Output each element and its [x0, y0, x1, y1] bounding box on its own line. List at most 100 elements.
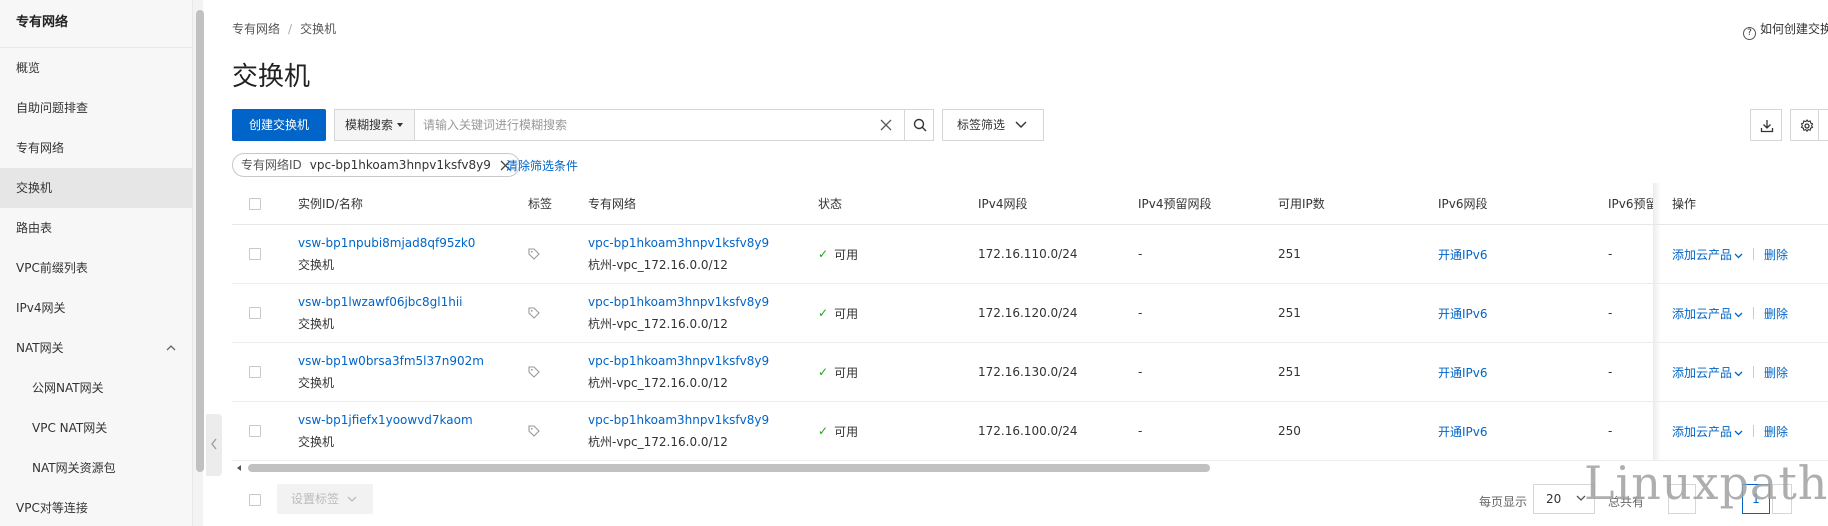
vswitch-name: 交换机: [298, 375, 335, 390]
ipv4-cell: 172.16.130.0/24: [978, 365, 1078, 379]
tag-icon[interactable]: [528, 248, 540, 260]
fixed-column-shadow: [1653, 343, 1661, 401]
header-ipv6: IPv6网段: [1438, 197, 1488, 211]
available-ip-cell: 251: [1278, 306, 1301, 320]
sidebar-item-label: NAT网关: [16, 341, 64, 355]
sidebar-item-prefix-list[interactable]: VPC前缀列表: [0, 248, 192, 288]
ipv4-reserved-cell: -: [1138, 306, 1143, 320]
search-type-dropdown[interactable]: 模糊搜索: [335, 110, 415, 140]
scroll-left-arrow-icon[interactable]: [236, 465, 242, 471]
delete-link[interactable]: 删除: [1764, 305, 1788, 322]
vswitch-name: 交换机: [298, 316, 335, 331]
vswitch-id-link[interactable]: vsw-bp1w0brsa3fm5l37n902m: [298, 354, 484, 368]
tag-filter-dropdown[interactable]: 标签筛选: [942, 109, 1044, 141]
clear-filters-link[interactable]: 清除筛选条件: [506, 157, 578, 174]
sidebar-item-vpc-nat[interactable]: VPC NAT网关: [0, 408, 192, 448]
sidebar-item-vpc[interactable]: 专有网络: [0, 128, 192, 168]
available-ip-cell: 250: [1278, 424, 1301, 438]
refresh-button[interactable]: [1818, 109, 1828, 141]
header-id: 实例ID/名称: [298, 197, 363, 211]
sidebar-collapse-button[interactable]: [206, 414, 222, 476]
fixed-column-shadow: [1653, 284, 1661, 342]
sidebar-item-overview[interactable]: 概览: [0, 48, 192, 88]
add-cloud-product-label: 添加云产品: [1672, 306, 1733, 321]
vswitch-id-link[interactable]: vsw-bp1npubi8mjad8qf95zk0: [298, 236, 475, 250]
check-icon: ✓: [818, 424, 829, 438]
table-row: vsw-bp1npubi8mjad8qf95zk0 交换机 vpc-bp1hkoa…: [232, 225, 1828, 284]
horizontal-scrollbar-thumb[interactable]: [248, 464, 1210, 472]
table-horizontal-scrollbar[interactable]: [234, 463, 1654, 473]
row-checkbox[interactable]: [249, 366, 261, 378]
ops-divider: [1753, 307, 1755, 319]
sidebar-item-nat-package[interactable]: NAT网关资源包: [0, 448, 192, 488]
create-vswitch-button[interactable]: 创建交换机: [232, 109, 326, 141]
download-button[interactable]: [1750, 109, 1782, 141]
add-cloud-product-label: 添加云产品: [1672, 365, 1733, 380]
ops-cell: 添加云产品 删除: [1672, 402, 1788, 460]
add-cloud-product-link[interactable]: 添加云产品: [1672, 423, 1743, 440]
fixed-column-shadow: [1653, 225, 1661, 283]
footer-select-all-checkbox[interactable]: [249, 494, 261, 506]
table-row: vsw-bp1jfiefx1yoowvd7kaom 交换机 vpc-bp1hkoa…: [232, 402, 1828, 461]
sidebar-item-ipv4-gateway[interactable]: IPv4网关: [0, 288, 192, 328]
row-checkbox[interactable]: [249, 425, 261, 437]
page-title: 交换机: [232, 62, 311, 92]
vpc-cell: vpc-bp1hkoam3hnpv1ksfv8y9 杭州-vpc_172.16.0…: [588, 402, 769, 460]
tag-cell: [528, 284, 540, 342]
search-button[interactable]: [904, 110, 934, 140]
row-checkbox[interactable]: [249, 248, 261, 260]
search-input[interactable]: [423, 110, 863, 140]
id-cell: vsw-bp1w0brsa3fm5l37n902m 交换机: [298, 343, 484, 401]
vswitch-name: 交换机: [298, 434, 335, 449]
sidebar-item-self-diagnosis[interactable]: 自助问题排查: [0, 88, 192, 128]
sidebar-scrollbar-thumb[interactable]: [196, 10, 204, 472]
ipv4-cell: 172.16.110.0/24: [978, 247, 1078, 261]
enable-ipv6-link[interactable]: 开通IPv6: [1438, 402, 1488, 460]
main-content: 专有网络 / 交换机 ? 如何创建交换 交换机 创建交换机 模糊搜索 标签筛选: [232, 0, 1828, 526]
enable-ipv6-link[interactable]: 开通IPv6: [1438, 284, 1488, 342]
header-tag: 标签: [528, 197, 553, 211]
help-link[interactable]: ? 如何创建交换: [1743, 20, 1828, 40]
id-cell: vsw-bp1jfiefx1yoowvd7kaom 交换机: [298, 402, 473, 460]
delete-link[interactable]: 删除: [1764, 364, 1788, 381]
clear-icon[interactable]: [879, 118, 893, 132]
tag-icon[interactable]: [528, 307, 540, 319]
row-checkbox-cell: [249, 343, 261, 401]
enable-ipv6-link[interactable]: 开通IPv6: [1438, 343, 1488, 401]
vpc-id-link[interactable]: vpc-bp1hkoam3hnpv1ksfv8y9: [588, 354, 769, 368]
vpc-id-link[interactable]: vpc-bp1hkoam3hnpv1ksfv8y9: [588, 413, 769, 427]
add-cloud-product-link[interactable]: 添加云产品: [1672, 364, 1743, 381]
add-cloud-product-link[interactable]: 添加云产品: [1672, 305, 1743, 322]
breadcrumb-root[interactable]: 专有网络: [232, 22, 280, 36]
enable-ipv6-link[interactable]: 开通IPv6: [1438, 225, 1488, 283]
sidebar-item-public-nat[interactable]: 公网NAT网关: [0, 368, 192, 408]
sidebar: 专有网络 概览 自助问题排查 专有网络 交换机 路由表 VPC前缀列表 IPv4…: [0, 0, 193, 526]
vpc-id-link[interactable]: vpc-bp1hkoam3hnpv1ksfv8y9: [588, 236, 769, 250]
ipv4-cell: 172.16.120.0/24: [978, 306, 1078, 320]
search-type-label: 模糊搜索: [345, 118, 394, 132]
filter-chip-vpc-id: 专有网络ID vpc-bp1hkoam3hnpv1ksfv8y9: [232, 153, 520, 177]
set-tag-button[interactable]: 设置标签: [277, 484, 373, 514]
select-all-checkbox[interactable]: [249, 197, 261, 210]
tag-icon[interactable]: [528, 425, 540, 437]
sidebar-item-vpc-peering[interactable]: VPC对等连接: [0, 488, 192, 526]
sidebar-item-vswitch[interactable]: 交换机: [0, 168, 192, 208]
vswitch-id-link[interactable]: vsw-bp1jfiefx1yoowvd7kaom: [298, 413, 473, 427]
vswitch-id-link[interactable]: vsw-bp1lwzawf06jbc8gl1hii: [298, 295, 463, 309]
delete-link[interactable]: 删除: [1764, 246, 1788, 263]
caret-down-icon: [397, 123, 404, 127]
add-cloud-product-link[interactable]: 添加云产品: [1672, 246, 1743, 263]
sidebar-item-route-table[interactable]: 路由表: [0, 208, 192, 248]
header-vpc: 专有网络: [588, 197, 637, 211]
search-box: 模糊搜索: [334, 109, 934, 141]
sidebar-item-nat-gateway[interactable]: NAT网关: [0, 328, 192, 368]
ops-divider: [1753, 425, 1755, 437]
header-status: 状态: [818, 197, 843, 211]
delete-link[interactable]: 删除: [1764, 423, 1788, 440]
tag-icon[interactable]: [528, 366, 540, 378]
row-checkbox[interactable]: [249, 307, 261, 319]
id-cell: vsw-bp1lwzawf06jbc8gl1hii 交换机: [298, 284, 463, 342]
status-text: 可用: [834, 424, 859, 439]
chevron-down-icon: [1734, 430, 1743, 435]
vpc-id-link[interactable]: vpc-bp1hkoam3hnpv1ksfv8y9: [588, 295, 769, 309]
